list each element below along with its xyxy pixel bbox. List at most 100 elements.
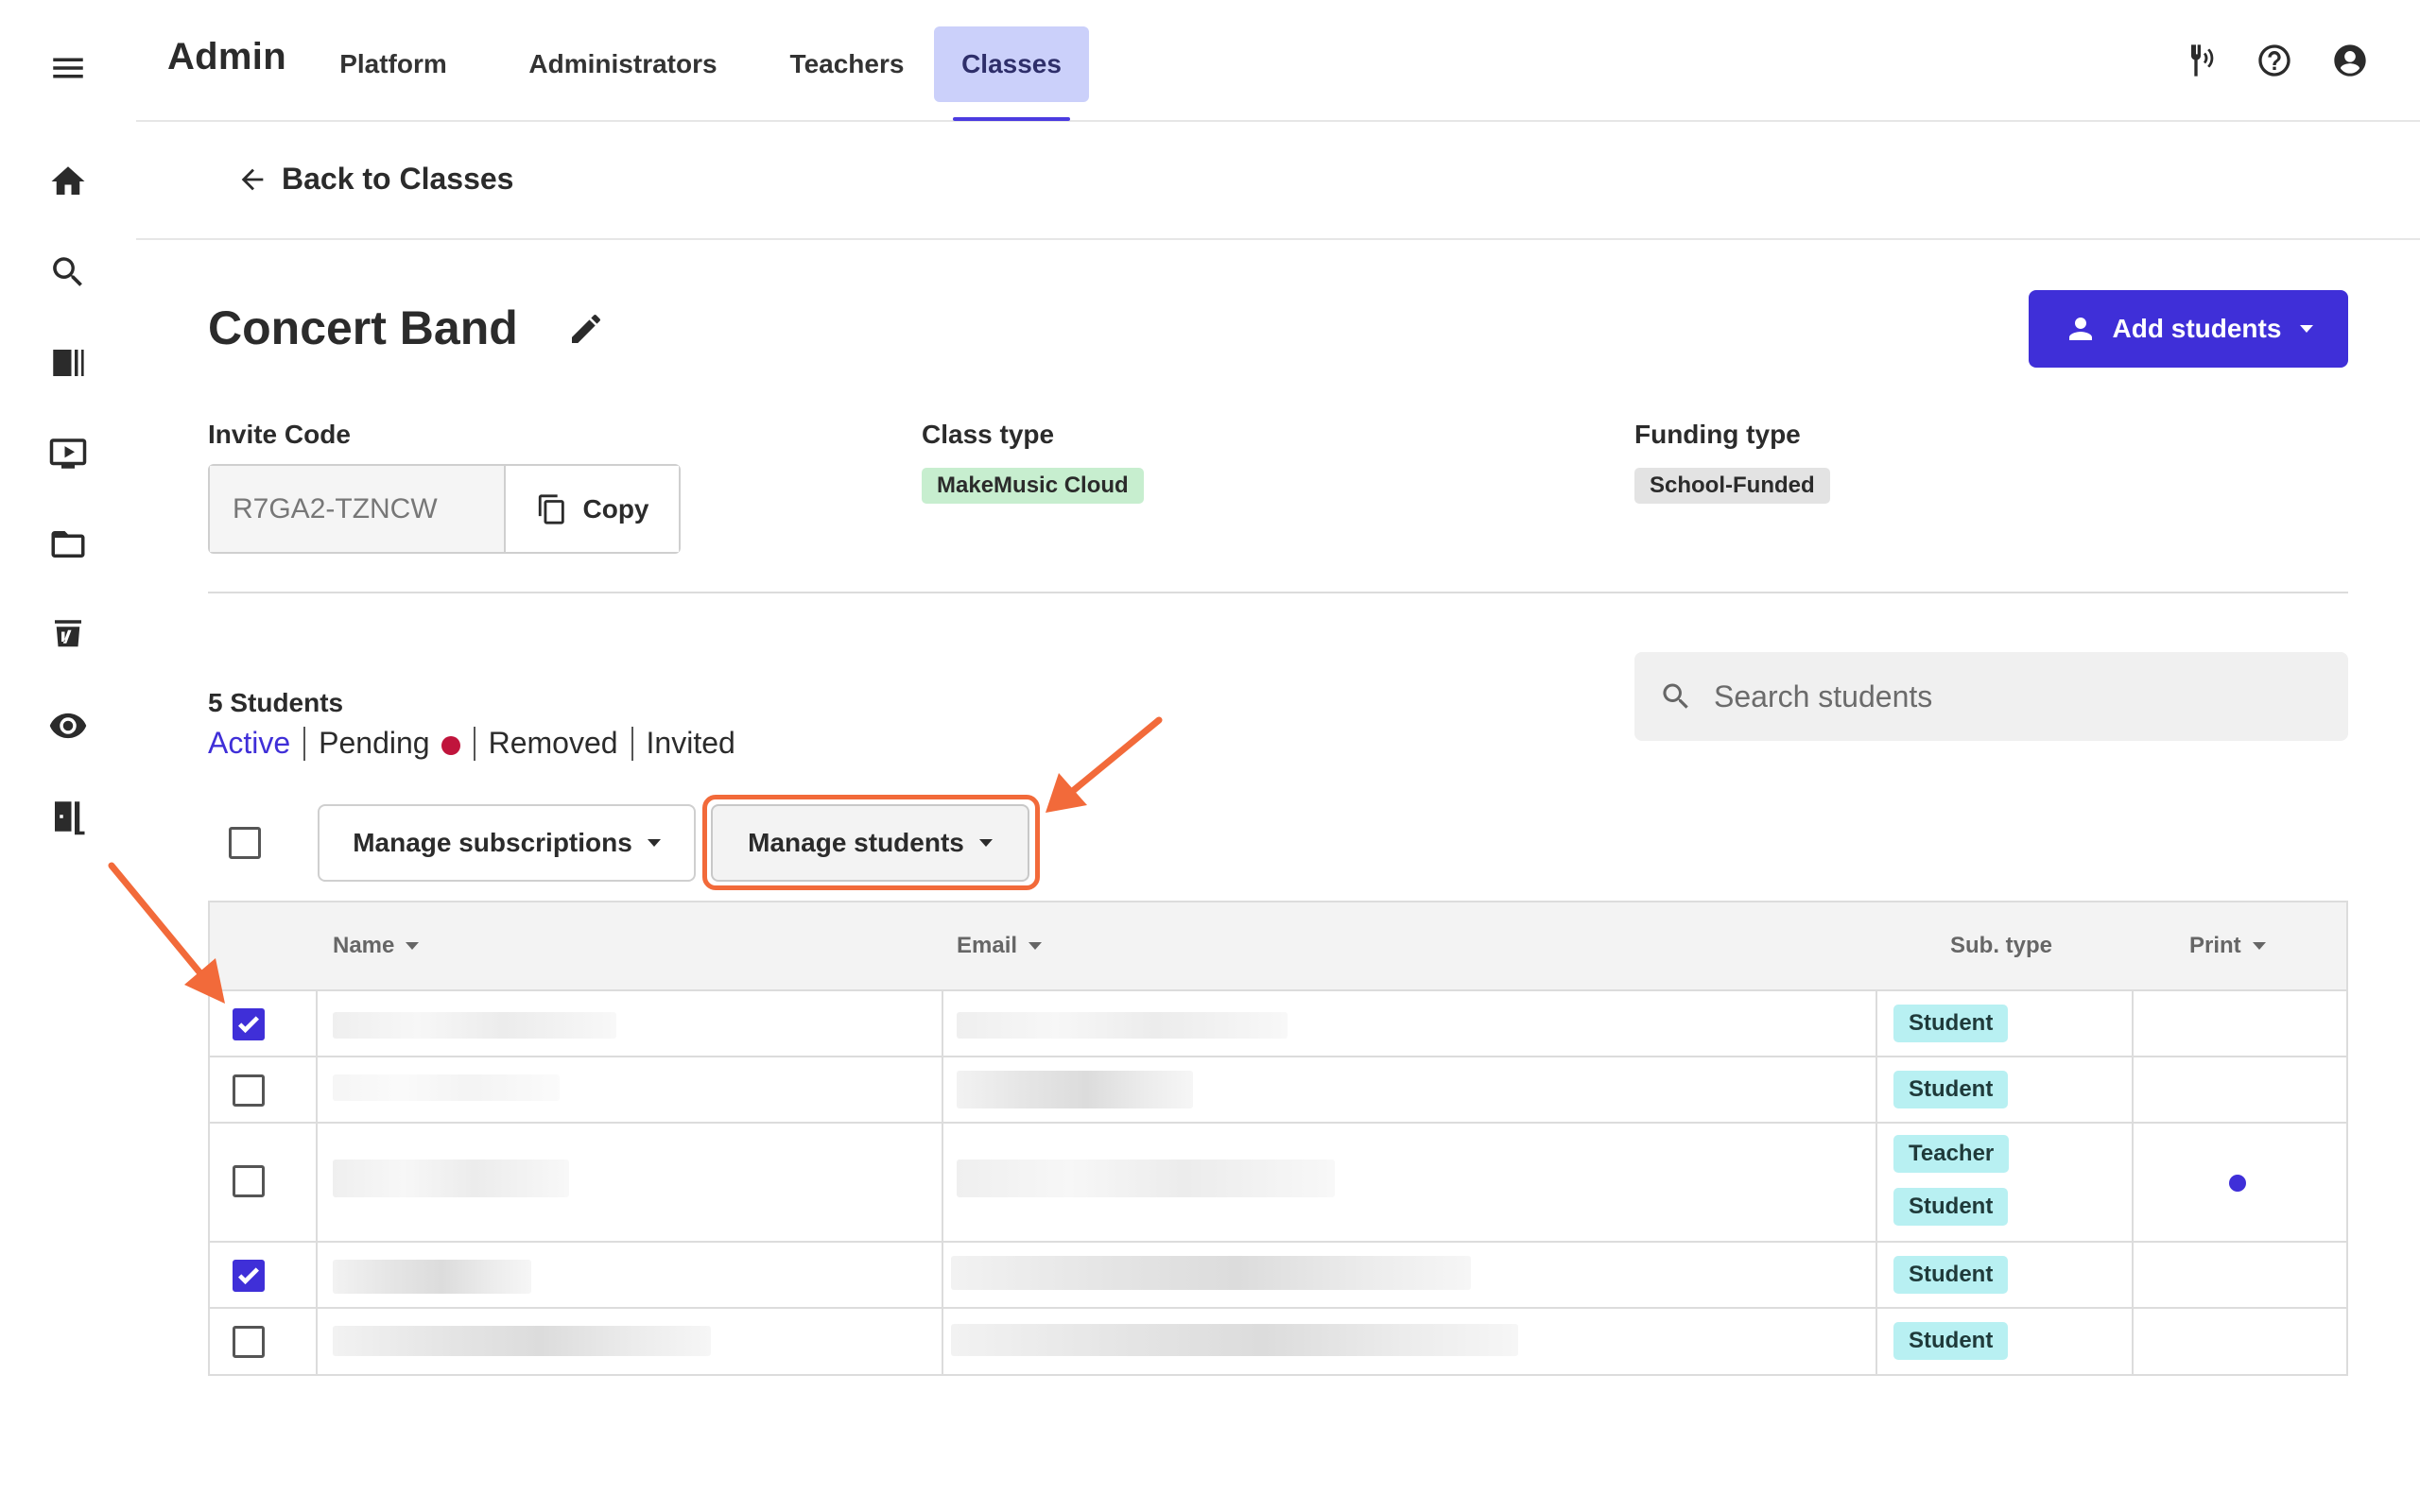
active-tab-indicator xyxy=(953,117,1070,121)
copy-icon xyxy=(538,493,564,524)
person-icon xyxy=(2068,318,2092,340)
row-checkbox[interactable] xyxy=(233,1260,265,1292)
student-count: 5 Students xyxy=(208,688,344,717)
row-checkbox[interactable] xyxy=(233,1165,265,1197)
edit-icon[interactable] xyxy=(567,310,605,348)
help-icon[interactable] xyxy=(2254,40,2295,81)
column-print[interactable]: Print xyxy=(2189,933,2266,959)
sub-type-badge: Student xyxy=(1893,1188,2009,1226)
student-email-redacted xyxy=(957,1012,1288,1039)
top-bar: Admin Platform Administrators Teachers C… xyxy=(136,0,2420,122)
column-name[interactable]: Name xyxy=(333,933,420,959)
back-bar: Back to Classes xyxy=(136,124,2420,240)
folder-icon[interactable] xyxy=(42,518,95,571)
row-checkbox[interactable] xyxy=(233,1008,265,1040)
sub-type-badge: Student xyxy=(1893,1256,2009,1294)
arrow-icon xyxy=(1046,716,1163,813)
filter-removed[interactable]: Removed xyxy=(489,726,618,761)
row-checkbox[interactable] xyxy=(233,1326,265,1358)
column-email[interactable]: Email xyxy=(957,933,1043,959)
table-row[interactable]: Teacher Student xyxy=(210,1124,2346,1243)
manage-subscriptions-button[interactable]: Manage subscriptions xyxy=(318,804,696,882)
assignment-icon[interactable] xyxy=(42,609,95,662)
class-type-badge: MakeMusic Cloud xyxy=(922,468,1144,504)
student-name-redacted xyxy=(333,1160,569,1197)
filter-pending[interactable]: Pending xyxy=(319,726,460,761)
sub-type-badge: Student xyxy=(1893,1322,2009,1360)
add-students-button[interactable]: Add students xyxy=(2029,290,2348,368)
tab-teachers[interactable]: Teachers xyxy=(771,26,923,102)
checkmark-icon xyxy=(238,1016,259,1034)
filter-separator xyxy=(631,726,633,761)
arrow-left-icon xyxy=(241,168,264,190)
filter-separator xyxy=(473,726,475,761)
app-title: Admin xyxy=(167,36,286,77)
student-email-redacted xyxy=(951,1324,1518,1356)
select-all-checkbox[interactable] xyxy=(229,827,261,859)
invite-code-field[interactable]: R7GA2-TZNCW xyxy=(210,466,506,552)
funding-type-badge: School-Funded xyxy=(1634,468,1830,504)
class-title: Concert Band xyxy=(208,301,518,354)
copy-button[interactable]: Copy xyxy=(506,466,679,552)
student-name-redacted xyxy=(333,1074,560,1101)
column-email-label: Email xyxy=(957,933,1018,958)
sort-icon xyxy=(406,942,420,950)
account-icon[interactable] xyxy=(2329,40,2371,81)
student-name-redacted xyxy=(333,1260,531,1294)
tuner-icon[interactable] xyxy=(2180,40,2221,81)
section-divider xyxy=(208,592,2348,593)
student-email-redacted xyxy=(957,1071,1193,1108)
sort-icon xyxy=(2252,942,2266,950)
table-row[interactable]: Student xyxy=(210,991,2346,1057)
tab-classes[interactable]: Classes xyxy=(934,26,1089,102)
home-icon[interactable] xyxy=(42,155,95,208)
search-icon xyxy=(1663,683,1688,709)
column-sub-type-label: Sub. type xyxy=(1950,933,2053,958)
search-box xyxy=(1634,652,2348,741)
table-row[interactable]: Student xyxy=(210,1309,2346,1375)
class-type-label: Class type xyxy=(922,420,1055,449)
chevron-down-icon xyxy=(2300,325,2314,333)
add-students-label: Add students xyxy=(2112,314,2282,343)
student-name-redacted xyxy=(333,1326,711,1356)
students-table: Name Email Sub. type Print Student Stude… xyxy=(208,901,2348,1376)
invite-code-label: Invite Code xyxy=(208,420,351,449)
filter-separator xyxy=(303,726,306,761)
table-header: Name Email Sub. type Print xyxy=(210,902,2346,991)
pending-indicator-dot xyxy=(441,735,460,755)
sub-type-badge: Student xyxy=(1893,1071,2009,1108)
filter-active[interactable]: Active xyxy=(208,726,290,761)
manage-subscriptions-label: Manage subscriptions xyxy=(353,828,632,857)
student-email-redacted xyxy=(957,1160,1335,1197)
back-to-classes-link[interactable]: Back to Classes xyxy=(236,162,513,197)
student-email-redacted xyxy=(951,1256,1471,1290)
search-students-input[interactable] xyxy=(1714,679,2281,714)
back-label: Back to Classes xyxy=(282,162,514,196)
table-row[interactable]: Student xyxy=(210,1057,2346,1124)
eye-icon[interactable] xyxy=(42,699,95,752)
status-filters: Active Pending Removed Invited xyxy=(208,726,735,761)
print-indicator-dot xyxy=(2229,1175,2246,1192)
chevron-down-icon xyxy=(647,839,661,847)
table-row[interactable]: Student xyxy=(210,1243,2346,1309)
menu-icon[interactable] xyxy=(42,42,95,94)
invite-code-group: R7GA2-TZNCW Copy xyxy=(208,464,681,554)
column-sub-type: Sub. type xyxy=(1950,933,2052,959)
row-checkbox[interactable] xyxy=(233,1074,265,1107)
tab-administrators[interactable]: Administrators xyxy=(495,26,751,102)
video-icon[interactable] xyxy=(42,427,95,480)
filter-invited[interactable]: Invited xyxy=(647,726,735,761)
copy-label: Copy xyxy=(582,493,649,524)
sort-icon xyxy=(1028,942,1043,950)
column-name-label: Name xyxy=(333,933,395,958)
search-icon[interactable] xyxy=(42,246,95,299)
library-icon[interactable] xyxy=(42,336,95,389)
tab-platform[interactable]: Platform xyxy=(318,26,469,102)
student-name-redacted xyxy=(333,1012,616,1039)
column-print-label: Print xyxy=(2189,933,2241,958)
sub-type-badge: Teacher xyxy=(1893,1135,2010,1173)
sub-type-badge: Student xyxy=(1893,1005,2009,1042)
exit-icon[interactable] xyxy=(42,790,95,843)
annotation-highlight xyxy=(702,795,1040,890)
left-rail xyxy=(0,0,136,1512)
